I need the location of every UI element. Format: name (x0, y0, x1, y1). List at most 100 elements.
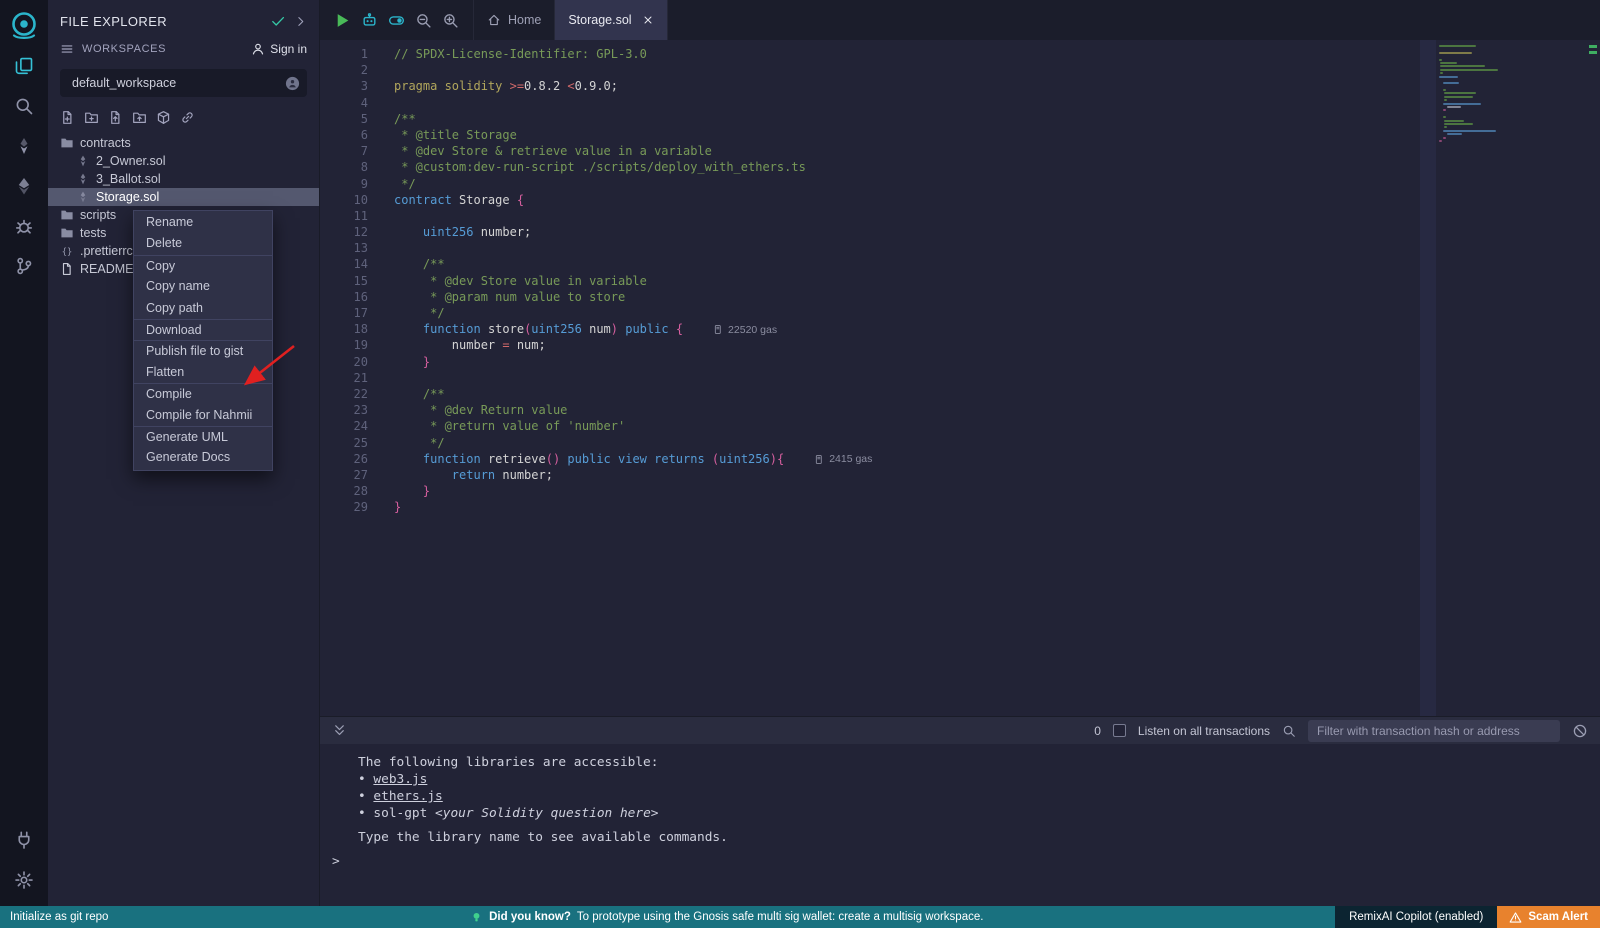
zoom-out-icon (415, 12, 432, 29)
hamburger-icon[interactable] (60, 42, 74, 56)
tab-storage-sol[interactable]: Storage.sol (555, 0, 667, 40)
gear-icon (14, 870, 34, 890)
listen-checkbox[interactable] (1113, 724, 1126, 737)
toggle-terminal-icon[interactable] (332, 723, 347, 738)
ai-toggle-button[interactable] (388, 12, 405, 29)
copilot-status[interactable]: RemixAI Copilot (enabled) (1335, 906, 1497, 928)
library-link[interactable]: ethers.js (373, 789, 442, 804)
link-button[interactable] (180, 110, 195, 125)
tab-home[interactable]: Home (473, 0, 555, 40)
workspace-select[interactable]: default_workspace (60, 69, 307, 97)
home-icon (487, 13, 501, 27)
braces-icon: {} (60, 244, 74, 258)
git-init-button[interactable]: Initialize as git repo (0, 906, 118, 928)
search-icon (14, 96, 34, 116)
context-menu-item-download[interactable]: Download (134, 319, 272, 340)
context-menu-item-copy-path[interactable]: Copy path (134, 298, 272, 319)
upload-file-button[interactable] (108, 110, 123, 125)
activity-solidity-compiler[interactable] (7, 129, 41, 163)
code-line (394, 95, 1420, 111)
context-menu-item-flatten[interactable]: Flatten (134, 362, 272, 383)
ai-robot-button[interactable] (361, 12, 378, 29)
activity-bar-bottom (0, 820, 48, 900)
new-file-button[interactable] (60, 110, 75, 125)
gas-estimate-badge: 2415 gas (814, 453, 872, 465)
context-menu-item-publish-file-to-gist[interactable]: Publish file to gist (134, 340, 272, 361)
context-menu-item-compile[interactable]: Compile (134, 383, 272, 404)
new-folder-button[interactable] (84, 110, 99, 125)
tabs: HomeStorage.sol (473, 0, 668, 40)
scam-alert-button[interactable]: Scam Alert (1497, 906, 1600, 928)
search-icon[interactable] (1282, 724, 1296, 738)
tabbar-tools (320, 0, 473, 40)
activity-deploy-run[interactable] (7, 169, 41, 203)
context-menu-item-copy-name[interactable]: Copy name (134, 276, 272, 297)
play-button[interactable] (334, 12, 351, 29)
ruler-mark (1589, 45, 1597, 48)
workspaces-row: WORKSPACES Sign in (48, 38, 319, 60)
terminal-prompt[interactable]: > (332, 853, 1600, 870)
tree-item-storage-sol[interactable]: Storage.sol (48, 188, 319, 206)
tree-item-2-owner-sol[interactable]: 2_Owner.sol (48, 152, 319, 170)
status-bar: Initialize as git repo Did you know? To … (0, 906, 1600, 928)
code-line: contract Storage { (394, 192, 1420, 208)
box-icon (156, 110, 171, 125)
terminal-line: • sol-gpt <your Solidity question here> (332, 805, 1600, 822)
terminal-line: • ethers.js (332, 788, 1600, 805)
minimap-bars (1439, 45, 1586, 142)
line-numbers: 1234567891011121314151617181920212223242… (320, 40, 376, 716)
minimap[interactable] (1436, 40, 1586, 716)
box-button[interactable] (156, 110, 171, 125)
context-menu-item-rename[interactable]: Rename (134, 212, 272, 233)
library-link[interactable]: web3.js (373, 772, 427, 787)
clear-console-icon[interactable] (1572, 723, 1588, 739)
upload-folder-button[interactable] (132, 110, 147, 125)
overview-ruler (1586, 40, 1600, 716)
code-line: pragma solidity >=0.8.2 <0.9.0; (394, 78, 1420, 94)
activity-debugger[interactable] (7, 209, 41, 243)
sign-in-button[interactable]: Sign in (251, 42, 307, 56)
check-icon[interactable] (270, 13, 286, 29)
warning-icon (1509, 911, 1522, 924)
context-menu-item-copy[interactable]: Copy (134, 255, 272, 276)
code-line: */ (394, 305, 1420, 321)
code-line: * @title Storage (394, 127, 1420, 143)
context-menu-item-generate-uml[interactable]: Generate UML (134, 426, 272, 447)
listen-label: Listen on all transactions (1138, 724, 1270, 738)
activity-file-explorer[interactable] (7, 49, 41, 83)
folder-icon (60, 208, 74, 222)
terminal-output[interactable]: The following libraries are accessible:•… (320, 744, 1600, 906)
tree-item-contracts[interactable]: contracts (48, 134, 319, 152)
folder-icon (60, 226, 74, 240)
workspaces-label: WORKSPACES (82, 43, 243, 55)
code-line: /** (394, 256, 1420, 272)
transaction-count: 0 (1094, 724, 1101, 738)
code-line: } (394, 483, 1420, 499)
code-content[interactable]: // SPDX-License-Identifier: GPL-3.0pragm… (376, 40, 1420, 716)
code-editor[interactable]: 1234567891011121314151617181920212223242… (320, 40, 1600, 716)
context-menu: RenameDeleteCopyCopy nameCopy pathDownlo… (133, 210, 273, 471)
activity-git[interactable] (7, 249, 41, 283)
context-menu-item-delete[interactable]: Delete (134, 233, 272, 254)
zoom-in-button[interactable] (442, 12, 459, 29)
play-icon (334, 12, 351, 29)
editor-tabbar: HomeStorage.sol (320, 0, 1600, 40)
activity-search[interactable] (7, 89, 41, 123)
activity-remix-logo[interactable] (7, 9, 41, 43)
filter-input[interactable] (1308, 720, 1560, 742)
zoom-out-button[interactable] (415, 12, 432, 29)
code-line: * @dev Store value in variable (394, 273, 1420, 289)
editor-scrollbar[interactable] (1420, 40, 1436, 716)
context-menu-item-generate-docs[interactable]: Generate Docs (134, 447, 272, 468)
code-line: function retrieve() public view returns … (394, 451, 1420, 467)
lightbulb-icon (470, 911, 483, 924)
context-menu-item-compile-for-nahmii[interactable]: Compile for Nahmii (134, 405, 272, 426)
close-icon[interactable] (642, 14, 654, 26)
main-panel: HomeStorage.sol 123456789101112131415161… (320, 0, 1600, 906)
activity-settings[interactable] (7, 863, 41, 897)
explorer-header: FILE EXPLORER (48, 0, 319, 38)
tree-item-3-ballot-sol[interactable]: 3_Ballot.sol (48, 170, 319, 188)
chevron-right-icon[interactable] (294, 15, 307, 28)
ruler-mark (1589, 51, 1597, 54)
activity-plugin-manager[interactable] (7, 823, 41, 857)
